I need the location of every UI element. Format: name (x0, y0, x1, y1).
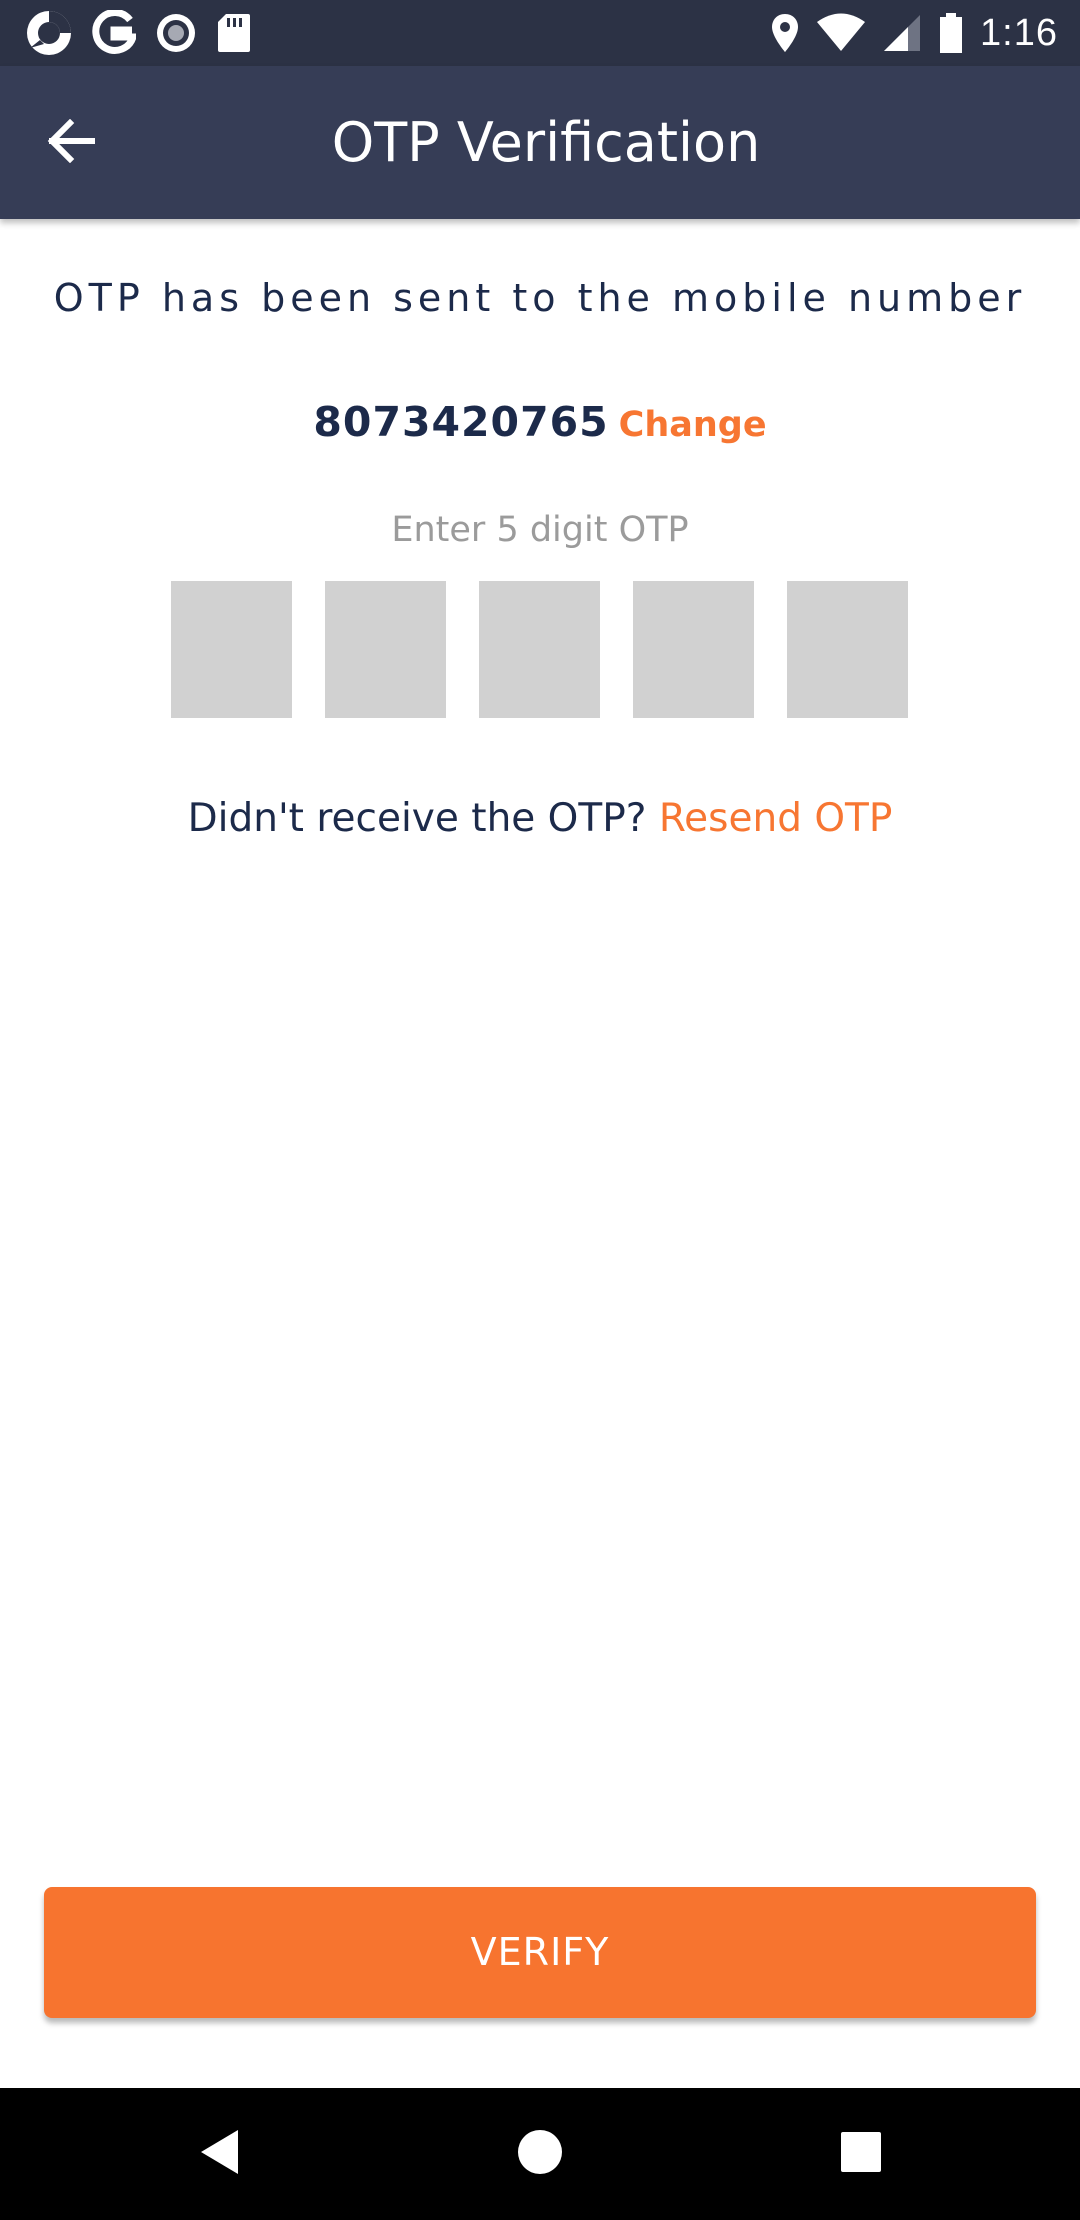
otp-digit-5[interactable] (787, 581, 908, 718)
change-number-link[interactable]: Change (619, 405, 767, 445)
otp-label: Enter 5 digit OTP (391, 510, 689, 550)
back-button[interactable] (40, 112, 102, 174)
otp-verification-screen: 1:16 OTP Verification OTP has been sent … (0, 0, 1080, 2220)
record-icon (154, 11, 198, 55)
recents-square-icon (839, 2130, 883, 2179)
home-circle-icon (516, 2128, 564, 2181)
google-icon (92, 10, 136, 56)
resend-otp-link[interactable]: Resend OTP (659, 796, 893, 841)
nav-home-button[interactable] (460, 2088, 620, 2220)
status-time: 1:16 (980, 11, 1058, 54)
system-nav-bar (0, 2088, 1080, 2220)
back-triangle-icon (198, 2127, 242, 2182)
battery-icon (938, 12, 964, 54)
resend-prompt: Didn't receive the OTP? (187, 796, 647, 841)
resend-row: Didn't receive the OTP? Resend OTP (0, 796, 1080, 841)
phone-row: 8073420765 Change (0, 398, 1080, 446)
verify-button[interactable]: VERIFY (44, 1887, 1036, 2018)
signal-icon (882, 13, 922, 53)
sd-card-icon (216, 12, 252, 54)
page-title: OTP Verification (331, 111, 761, 174)
status-right-icons: 1:16 (770, 8, 1058, 58)
nav-back-button[interactable] (140, 2088, 300, 2220)
otp-digit-1[interactable] (171, 581, 292, 718)
otp-input-group (171, 581, 908, 718)
app-notification-icon (24, 8, 74, 58)
status-left-icons (24, 8, 252, 58)
app-bar: OTP Verification (0, 66, 1080, 219)
status-bar: 1:16 (0, 0, 1080, 66)
otp-digit-3[interactable] (479, 581, 600, 718)
location-icon (770, 13, 800, 53)
nav-recents-button[interactable] (781, 2088, 941, 2220)
wifi-icon (816, 13, 866, 53)
otp-digit-2[interactable] (325, 581, 446, 718)
phone-number: 8073420765 (313, 398, 609, 446)
otp-digit-4[interactable] (633, 581, 754, 718)
arrow-back-icon (46, 118, 96, 168)
otp-sent-message: OTP has been sent to the mobile number (53, 276, 1027, 320)
